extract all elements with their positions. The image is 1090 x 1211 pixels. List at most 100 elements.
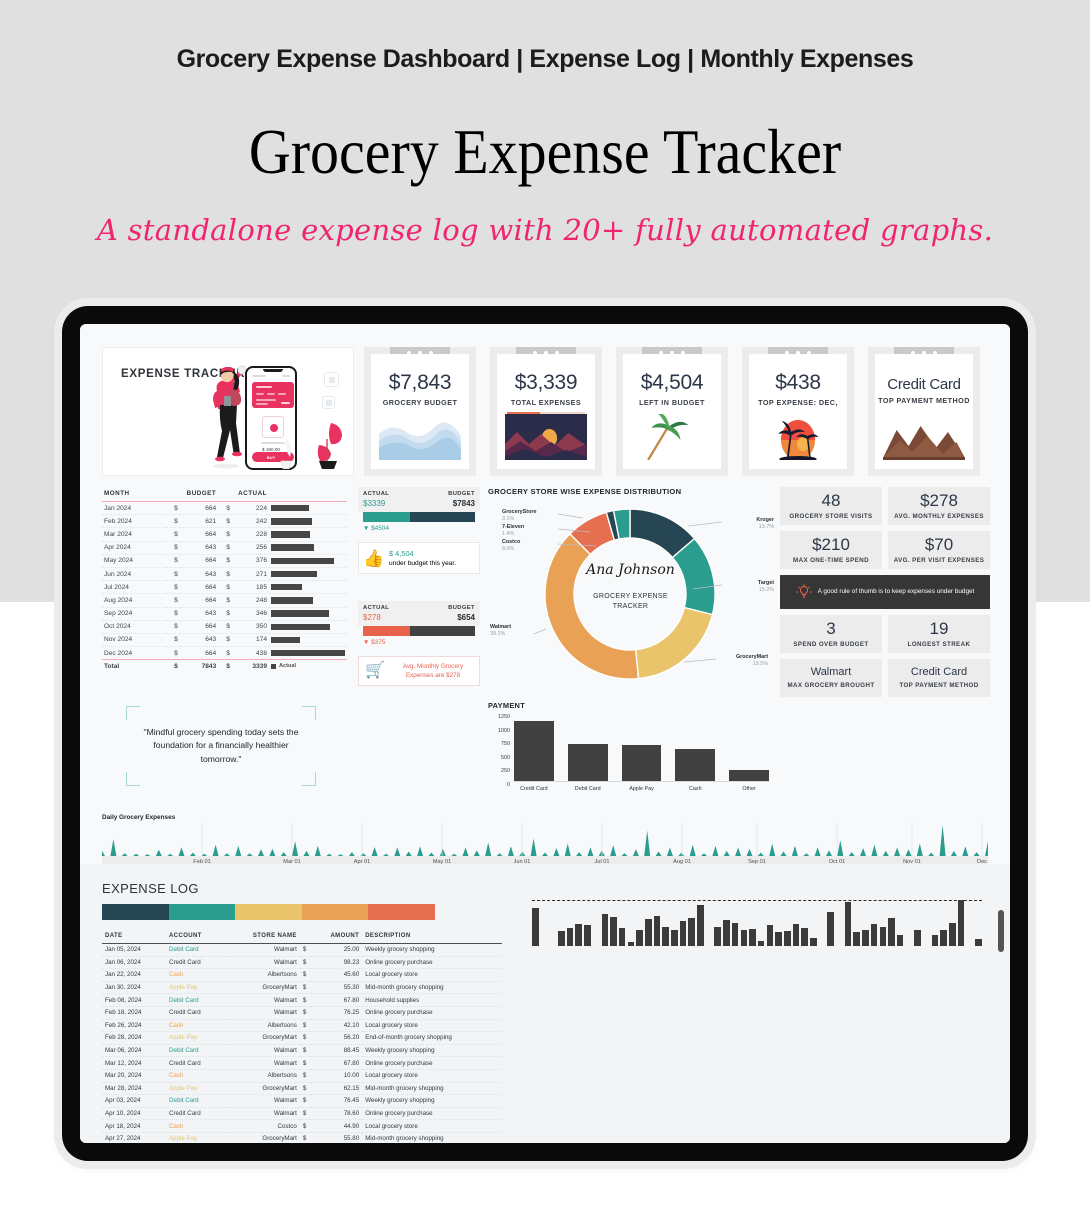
cell-store: Walmart: [224, 956, 300, 970]
donut-callout-label: Target 15.2%: [724, 580, 774, 595]
cell-currency: $: [299, 1069, 310, 1083]
daily-expenses-chart: Daily Grocery Expenses Feb 01 Mar 01 Apr 0…: [99, 814, 991, 871]
vertical-scrollbar[interactable]: [998, 910, 1004, 952]
bar: [975, 938, 982, 946]
table-header-row: MONTH BUDGET ACTUAL: [102, 487, 347, 502]
cell-amount: 44.90: [309, 1119, 363, 1133]
bar: [783, 931, 791, 946]
cell-budget: 664: [180, 554, 219, 568]
quote-text: "Mindful grocery spending today sets the…: [143, 727, 299, 764]
table-row: Oct 2024 $664 $350: [102, 620, 347, 634]
table-row[interactable]: Apr 27, 2024 Apple Pay GroceryMart $55.80 Mi…: [102, 1132, 502, 1143]
daily-chart-title: Daily Grocery Expenses: [102, 814, 176, 821]
donut-segment: [634, 606, 714, 680]
stat-value: $70: [924, 535, 954, 554]
stat-card: 19 LONGEST STREAK: [888, 615, 990, 653]
cell-currency: $: [218, 633, 233, 648]
cell-description: Online grocery purchase: [362, 956, 502, 970]
table-row[interactable]: Mar 20, 2024 Cash Albertsons $10.00 Local gr…: [102, 1069, 502, 1083]
cell-date: Jan 05, 2024: [102, 943, 167, 957]
palette-swatch: [102, 904, 169, 920]
cell-date: Jan 22, 2024: [102, 968, 167, 982]
cell-budget: 664: [180, 501, 219, 516]
stat-value: 3: [826, 619, 836, 638]
cell-bar: [269, 580, 347, 595]
cell-budget: 643: [180, 567, 219, 582]
kpi-value: $3,339: [514, 371, 578, 394]
cell-date: Mar 06, 2024: [102, 1044, 167, 1058]
cell-amount: 76.25: [309, 1006, 363, 1020]
donut-label-pct: 15.2%: [758, 587, 774, 594]
cell-month: Jul 2024: [102, 580, 167, 595]
cell-currency: $: [218, 541, 233, 555]
cell-amount: 62.15: [309, 1082, 363, 1096]
bar: [575, 924, 583, 946]
stat-card: Credit Card TOP PAYMENT METHOD: [888, 659, 990, 697]
x-axis-tick: Credit Card: [520, 786, 548, 792]
cell-account: Credit Card: [166, 1107, 225, 1121]
table-row[interactable]: Jan 30, 2024 Apple Pay GroceryMart $55.30 Mi…: [102, 981, 502, 995]
cell-account: Apple Pay: [166, 981, 225, 995]
table-row[interactable]: Apr 10, 2024 Credit Card Walmart $78.60 Onli…: [102, 1107, 502, 1121]
cell-total-budget: 7843: [180, 659, 219, 673]
cell-actual: 242: [232, 514, 269, 529]
under-budget-text: under budget this year.: [389, 559, 457, 567]
small-plant-illustration: [280, 437, 292, 469]
table-row[interactable]: Apr 18, 2024 Cash Costco $44.90 Local grocer…: [102, 1119, 502, 1133]
table-row[interactable]: Feb 18, 2024 Credit Card Walmart $76.25 Onli…: [102, 1006, 502, 1020]
donut-label-name: GroceryStore: [502, 509, 537, 515]
cell-bar: [269, 620, 347, 634]
cell-date: Jan 06, 2024: [102, 956, 167, 970]
table-row[interactable]: Mar 28, 2024 Apple Pay GroceryMart $62.15 Mi…: [102, 1082, 502, 1096]
col-description: DESCRIPTION: [362, 930, 502, 944]
table-row[interactable]: Mar 12, 2024 Credit Card Walmart $67.80 Onli…: [102, 1056, 502, 1070]
cell-description: Household supplies: [362, 993, 502, 1007]
cell-bar: [269, 527, 347, 542]
table-row[interactable]: Mar 06, 2024 Debit Card Walmart $88.45 Weekl…: [102, 1044, 502, 1058]
table-row: Jun 2024 $643 $271: [102, 567, 347, 582]
cell-amount: 10.00: [309, 1069, 363, 1083]
actual-label-2: ACTUAL: [363, 605, 390, 611]
table-row[interactable]: Jan 05, 2024 Debit Card Walmart $25.00 Weekl…: [102, 943, 502, 957]
expense-log-panel: EXPENSE LOG DATE ACCOUNT STORE NAME AMOUNT D…: [80, 864, 1010, 1143]
cell-actual: 346: [232, 607, 269, 621]
bar: Credit Card: [514, 720, 554, 792]
cell-actual: 438: [232, 646, 269, 661]
bar: [801, 928, 808, 946]
cell-description: Mid-month grocery shopping: [362, 1132, 502, 1143]
table-row[interactable]: Apr 03, 2024 Debit Card Walmart $76.45 Weekl…: [102, 1094, 502, 1108]
cell-description: Online grocery purchase: [362, 1056, 502, 1070]
donut-callout-label: Walmart 39.1%: [490, 624, 560, 639]
cell-bar: [269, 501, 347, 516]
cell-budget: 621: [180, 514, 219, 529]
color-palette-bar: [102, 904, 435, 920]
shopping-cart-icon: 🛒: [365, 662, 385, 679]
donut-chart-title: GROCERY STORE WISE EXPENSE DISTRIBUTION: [488, 487, 682, 496]
stat-value: 19: [929, 619, 949, 638]
bar: [697, 905, 704, 946]
bar: [949, 923, 956, 946]
table-row[interactable]: Jan 06, 2024 Credit Card Walmart $98.23 Onli…: [102, 956, 502, 970]
bar: [671, 930, 678, 946]
table-row[interactable]: Feb 28, 2024 Apple Pay GroceryMart $56.20 En…: [102, 1031, 502, 1045]
table-row: Jul 2024 $664 $185: [102, 580, 347, 595]
table-row[interactable]: Jan 22, 2024 Cash Albertsons $45.60 Local gr…: [102, 968, 502, 982]
cell-currency: $: [299, 993, 310, 1007]
bar: [610, 916, 617, 946]
cell-actual: 248: [232, 593, 269, 608]
table-row[interactable]: Feb 26, 2024 Cash Albertsons $42.10 Local gr…: [102, 1019, 502, 1033]
cell-currency: $: [299, 1132, 310, 1143]
cell-date: Feb 26, 2024: [102, 1019, 167, 1033]
tip-text: A good rule of thumb is to keep expenses…: [817, 588, 975, 596]
bar: [940, 930, 947, 946]
cell-amount: 42.10: [309, 1019, 363, 1033]
expense-log-table[interactable]: DATE ACCOUNT STORE NAME AMOUNT DESCRIPTION J…: [102, 930, 502, 1143]
monthly-progress-bar: [363, 626, 475, 636]
cell-currency: $: [218, 527, 233, 542]
table-row[interactable]: Feb 08, 2024 Debit Card Walmart $67.80 House…: [102, 993, 502, 1007]
thumbs-up-icon: 👍: [363, 548, 385, 568]
donut-label-pct: 19.5%: [752, 661, 768, 668]
cell-account: Credit Card: [166, 1006, 225, 1020]
cell-bar: [269, 607, 347, 621]
stat-value: Credit Card: [910, 666, 968, 678]
